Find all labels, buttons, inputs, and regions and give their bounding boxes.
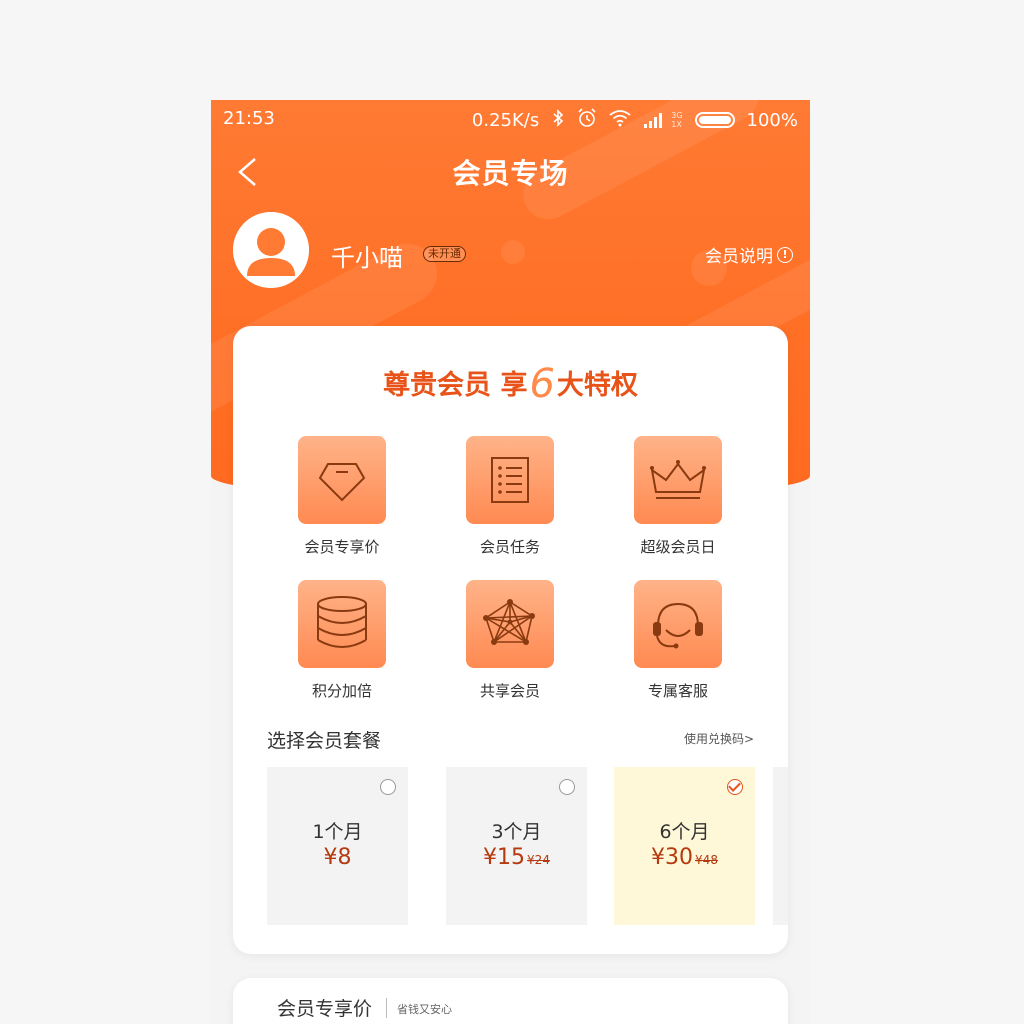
privilege-label: 超级会员日 [640,538,716,556]
privileges-count: 6 [529,361,555,407]
user-profile: 千小喵 未开通 会员说明 ! [233,212,793,292]
divider [386,998,387,1018]
member-info-link[interactable]: 会员说明 ! [705,242,793,267]
privileges-title-suffix: 大特权 [556,370,638,401]
plan-price-row: ¥15 ¥24 [446,845,587,870]
plan-radio[interactable] [380,779,396,795]
privileges-card: 尊贵会员 享6大特权 会员专享价 会员任务 超级会员日 积分加倍 共享会员 专属… [233,326,788,954]
checklist-icon [466,436,554,524]
diamond-icon [298,436,386,524]
crown-icon [634,436,722,524]
battery-icon [694,112,735,128]
privilege-item-exclusive-price[interactable]: 会员专享价 [267,436,417,566]
status-bar: 21:53 0.25K/s 3G 1X 100% [211,100,810,136]
privilege-item-member-tasks[interactable]: 会员任务 [435,436,585,566]
plan-price: ¥15 [483,845,526,870]
plan-radio-checked[interactable] [727,779,743,795]
privilege-item-double-points[interactable]: 积分加倍 [267,580,417,710]
privilege-item-super-member-day[interactable]: 超级会员日 [603,436,753,566]
redeem-code-link[interactable]: 使用兑换码> [684,730,754,747]
plan-original-price: ¥24 [527,853,550,867]
plan-price: ¥30 [651,845,694,870]
plans-section-title: 选择会员套餐 [267,730,382,752]
privilege-label: 会员任务 [479,538,540,556]
info-icon: ! [777,246,793,263]
signal-icon: 3G 1X [643,111,683,129]
privilege-label: 会员专享价 [304,538,380,556]
privilege-item-shared-membership[interactable]: 共享会员 [435,580,585,710]
battery-level: 100% [746,109,798,131]
nav-bar: 会员专场 [211,144,810,200]
plan-option-6-months[interactable]: 6个月 ¥30 ¥48 [614,767,755,925]
plan-option-3-months[interactable]: 3个月 ¥15 ¥24 [446,767,587,925]
wifi-icon [609,109,631,131]
exclusive-price-title: 会员专享价 [277,998,373,1020]
alarm-icon [577,108,597,132]
network-speed: 0.25K/s [471,109,540,131]
plan-duration: 3个月 [491,821,542,843]
user-icon [233,212,309,288]
exclusive-price-subtitle: 省钱又安心 [397,1003,452,1016]
privileges-title: 尊贵会员 享6大特权 [233,358,788,407]
plan-price-row: ¥8 [267,845,408,870]
plan-radio[interactable] [559,779,575,795]
phone-screen: 21:53 0.25K/s 3G 1X 100% 会员专场 千小喵 未开通 会员… [211,100,810,1024]
bluetooth-icon [551,109,565,131]
headset-icon [634,580,722,668]
user-name: 千小喵 [331,244,403,272]
network-subtype: 1X [671,120,682,129]
status-time: 21:53 [223,108,275,129]
member-info-label: 会员说明 [705,247,773,267]
avatar[interactable] [233,212,309,288]
privileges-title-prefix: 尊贵会员 享 [383,370,528,401]
network-icon [466,580,554,668]
coin-stack-icon [298,580,386,668]
privilege-label: 专属客服 [647,682,708,700]
network-type: 3G [671,111,683,120]
plan-price: ¥8 [323,845,352,870]
membership-status-badge: 未开通 [423,246,466,262]
plan-option-1-month[interactable]: 1个月 ¥8 [267,767,408,925]
plan-duration: 6个月 [659,821,710,843]
page-title: 会员专场 [452,157,569,190]
privilege-item-dedicated-support[interactable]: 专属客服 [603,580,753,710]
status-right: 0.25K/s 3G 1X 100% [472,108,798,132]
plan-duration: 1个月 [312,821,363,843]
plan-price-row: ¥30 ¥48 [614,845,755,870]
plan-original-price: ¥48 [695,853,718,867]
privilege-label: 积分加倍 [311,682,372,700]
plan-option-peek[interactable] [773,767,788,925]
privilege-label: 共享会员 [479,682,540,700]
exclusive-price-card: 会员专享价 省钱又安心 [233,978,788,1024]
